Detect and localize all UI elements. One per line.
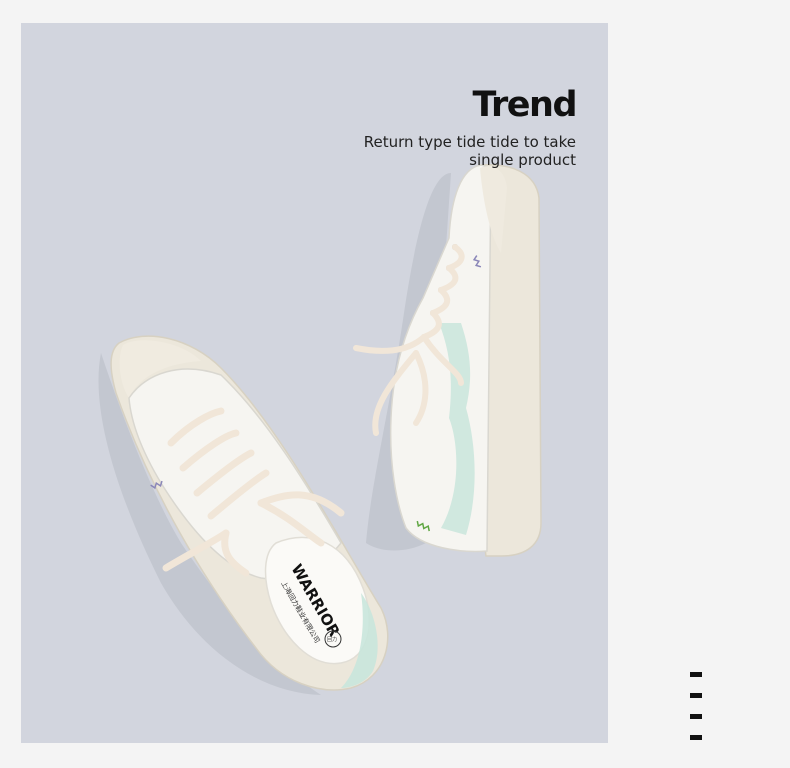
- headline-title: Trend: [472, 85, 578, 125]
- dash-mark: [690, 693, 702, 698]
- headline-subtitle: Return type tide tide to take single pro…: [363, 133, 576, 169]
- dash-mark: [690, 735, 702, 740]
- right-sneaker: [353, 164, 542, 557]
- insole-logo-text: 回力: [327, 636, 337, 643]
- dash-mark: [690, 714, 702, 719]
- decorative-dash-stack: [690, 672, 702, 756]
- left-sneaker: WARRIOR 上海回力鞋业有限公司 回力: [98, 335, 389, 695]
- dash-mark: [690, 672, 702, 677]
- product-photo: WARRIOR 上海回力鞋业有限公司 回力 Trend Return type …: [21, 23, 608, 743]
